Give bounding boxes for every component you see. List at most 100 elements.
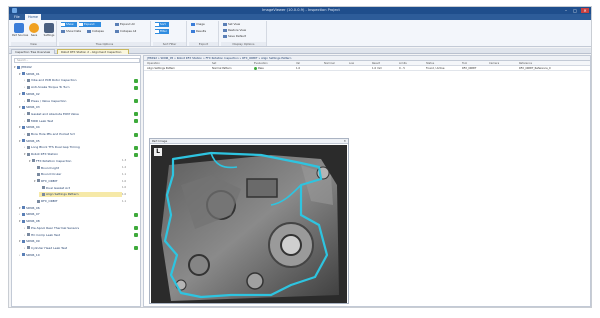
tree-item-label: HC Comp Leak Test bbox=[31, 232, 60, 237]
tree-item-station[interactable]: ▾ SDN6_03 bbox=[19, 105, 122, 110]
tree-item-operation[interactable]: ▾ RFX_ORBIT bbox=[34, 179, 122, 184]
tree-item-station[interactable]: ▾ JH8492 bbox=[14, 65, 122, 70]
operation-icon bbox=[37, 199, 40, 203]
settings-button[interactable]: Settings bbox=[42, 22, 56, 40]
tree-item-operation[interactable]: › Vibe and PCB Rotor Inspection bbox=[24, 78, 122, 83]
operation-icon bbox=[37, 166, 40, 169]
tree-item-operation[interactable]: › Bore Hole PPs and Pocket Sct bbox=[24, 132, 122, 137]
tree-item-label: SDN6_02 bbox=[26, 91, 40, 96]
tree-item-operation[interactable]: › Cylinder Head Leak Test bbox=[24, 246, 122, 251]
ok-status-icon bbox=[134, 85, 138, 90]
sort-button[interactable]: Sort bbox=[155, 22, 169, 27]
tree-item-value: 1.2 bbox=[122, 166, 127, 170]
tree-item-operation[interactable]: › MDD Leak Test bbox=[24, 119, 122, 124]
image-icon bbox=[191, 22, 195, 26]
set-view-icon bbox=[223, 22, 227, 26]
tree-item-label: SDN6_09 bbox=[26, 239, 40, 244]
show-button[interactable]: Show bbox=[61, 22, 77, 27]
save-default-button[interactable]: Save Default bbox=[223, 34, 246, 39]
operation-icon bbox=[27, 132, 30, 136]
operation-icon bbox=[27, 246, 30, 250]
tree-item-operation[interactable]: Bound Light bbox=[34, 166, 122, 171]
tree-item-label: SDN6_08 bbox=[26, 219, 40, 224]
restore-view-button[interactable]: Restore View bbox=[223, 28, 246, 33]
tab-robot-station[interactable]: Robot RFX Station 2 - Alignment Inspecti… bbox=[57, 49, 129, 54]
tree-item-operation[interactable]: › Press / Valve Inspection bbox=[24, 99, 122, 104]
app-window: ImageViewer (10.0.0.9) - Inspection Proj… bbox=[8, 6, 592, 308]
cell-low bbox=[349, 66, 369, 71]
save-button[interactable]: Save bbox=[27, 22, 41, 40]
part-sources-button[interactable]: Part Sources bbox=[12, 22, 28, 40]
tree-item-label: Bound Ocular bbox=[41, 172, 62, 177]
close-icon[interactable]: ✕ bbox=[344, 139, 346, 144]
cell-set: Normal Pattern bbox=[212, 67, 232, 70]
table-row[interactable]: Align Settings Pattern Normal Pattern Pa… bbox=[144, 66, 590, 71]
close-button[interactable]: ✕ bbox=[581, 8, 589, 13]
collapse-all-button[interactable]: Collapse All bbox=[115, 29, 136, 34]
ribbon-group-label: View bbox=[11, 42, 56, 46]
tree-item-station[interactable]: ▾ SDN6_08 bbox=[19, 219, 122, 224]
operation-icon bbox=[27, 119, 30, 123]
tree-item-value: 1.0 bbox=[122, 179, 127, 183]
tree-item-station[interactable]: ▾ SDN6_04 bbox=[19, 125, 122, 130]
tab-inspection-tree[interactable]: Inspection Tree Overview bbox=[11, 49, 55, 54]
tree-item-value: 1.3 bbox=[122, 159, 127, 163]
collapse-all-icon bbox=[115, 29, 119, 33]
maximize-button[interactable]: □ bbox=[571, 8, 579, 13]
ribbon-group-export: Image Results Export bbox=[189, 21, 219, 46]
tree-item-label: Dual Gasket Act bbox=[46, 185, 70, 190]
tree-item-value: 1.0 bbox=[122, 186, 127, 190]
station-icon bbox=[22, 72, 25, 76]
tree-item-value: 1.1 bbox=[122, 199, 127, 203]
tree-item-station[interactable]: ▾ SDN6_05 bbox=[19, 139, 122, 144]
tree-search-input[interactable]: Search... bbox=[14, 58, 140, 63]
operation-icon bbox=[32, 159, 35, 163]
tree-item-station[interactable]: › SDN6_07 bbox=[19, 212, 122, 217]
minimize-button[interactable]: – bbox=[562, 8, 570, 13]
tree-item-operation[interactable]: ▾ Robot RFX Station bbox=[24, 152, 122, 157]
tree-item-operation[interactable]: Dual Gasket Act bbox=[39, 186, 122, 191]
operation-icon bbox=[27, 226, 30, 230]
tree-item-label: Align Settings Pattern bbox=[46, 192, 79, 197]
tree-item-station[interactable]: ▾ SDN6_01 bbox=[19, 72, 122, 77]
tree-item-operation[interactable]: › Gasket and Absolute EOM Valve bbox=[24, 112, 122, 117]
collapse-button[interactable]: Collapse bbox=[87, 29, 104, 34]
station-icon bbox=[22, 212, 25, 216]
station-icon bbox=[17, 65, 20, 69]
tree-item-operation[interactable]: RFX_ORBIT bbox=[34, 199, 122, 204]
show-data-icon bbox=[61, 29, 65, 33]
tree-item-label: Gasket and Absolute EOM Valve bbox=[31, 111, 79, 116]
cell-result: 1.0 mm bbox=[372, 67, 383, 70]
operation-icon bbox=[27, 145, 30, 149]
cell-camera bbox=[489, 66, 515, 71]
image-view-badge: L bbox=[154, 148, 162, 156]
part-sources-icon bbox=[14, 23, 24, 33]
tree-item-station[interactable]: ▾ SDN6_02 bbox=[19, 92, 122, 97]
tree-item-operation[interactable]: Align Settings Pattern bbox=[39, 192, 122, 198]
operation-icon bbox=[27, 85, 30, 89]
export-image-button[interactable]: Image bbox=[191, 22, 205, 27]
export-results-button[interactable]: Results bbox=[191, 29, 206, 34]
expand-button[interactable]: Expand bbox=[79, 22, 101, 27]
show-icon bbox=[61, 22, 65, 26]
tree-item-label: SDN6_06 bbox=[26, 205, 40, 210]
tree-item-operation[interactable]: › HC Comp Leak Test bbox=[24, 233, 122, 238]
tree-item-operation[interactable]: › Anti-Snake Torque To Turn bbox=[24, 85, 122, 90]
part-image[interactable]: L bbox=[151, 145, 347, 303]
expand-all-icon bbox=[115, 22, 119, 26]
tree-item-station[interactable]: › SDN6_10 bbox=[19, 253, 122, 258]
expand-all-button[interactable]: Expand All bbox=[115, 22, 135, 27]
cell-operation: Align Settings Pattern bbox=[147, 67, 176, 70]
cell-status: Found / Active bbox=[426, 67, 445, 70]
tree-item-operation[interactable]: Bound Ocular bbox=[34, 172, 122, 177]
save-default-icon bbox=[223, 34, 227, 38]
tree-item-label: Robot RFX Station bbox=[31, 152, 59, 157]
tree-item-operation[interactable]: ▾ FFX Rotation Inspection bbox=[29, 159, 122, 164]
tree-item-station[interactable]: ▾ SDN6_09 bbox=[19, 239, 122, 244]
set-view-button[interactable]: Set View bbox=[223, 22, 240, 27]
show-data-button[interactable]: Show Data bbox=[61, 29, 81, 34]
filter-button[interactable]: Filter bbox=[155, 29, 169, 34]
tree-item-operation[interactable]: › Pre-Spool Rear Thermal Sensors bbox=[24, 226, 122, 231]
tree-item-station[interactable]: ▾ SDN6_06 bbox=[19, 206, 122, 211]
tree-item-operation[interactable]: › Long Block TTS Dual Gap Timing bbox=[24, 145, 122, 150]
